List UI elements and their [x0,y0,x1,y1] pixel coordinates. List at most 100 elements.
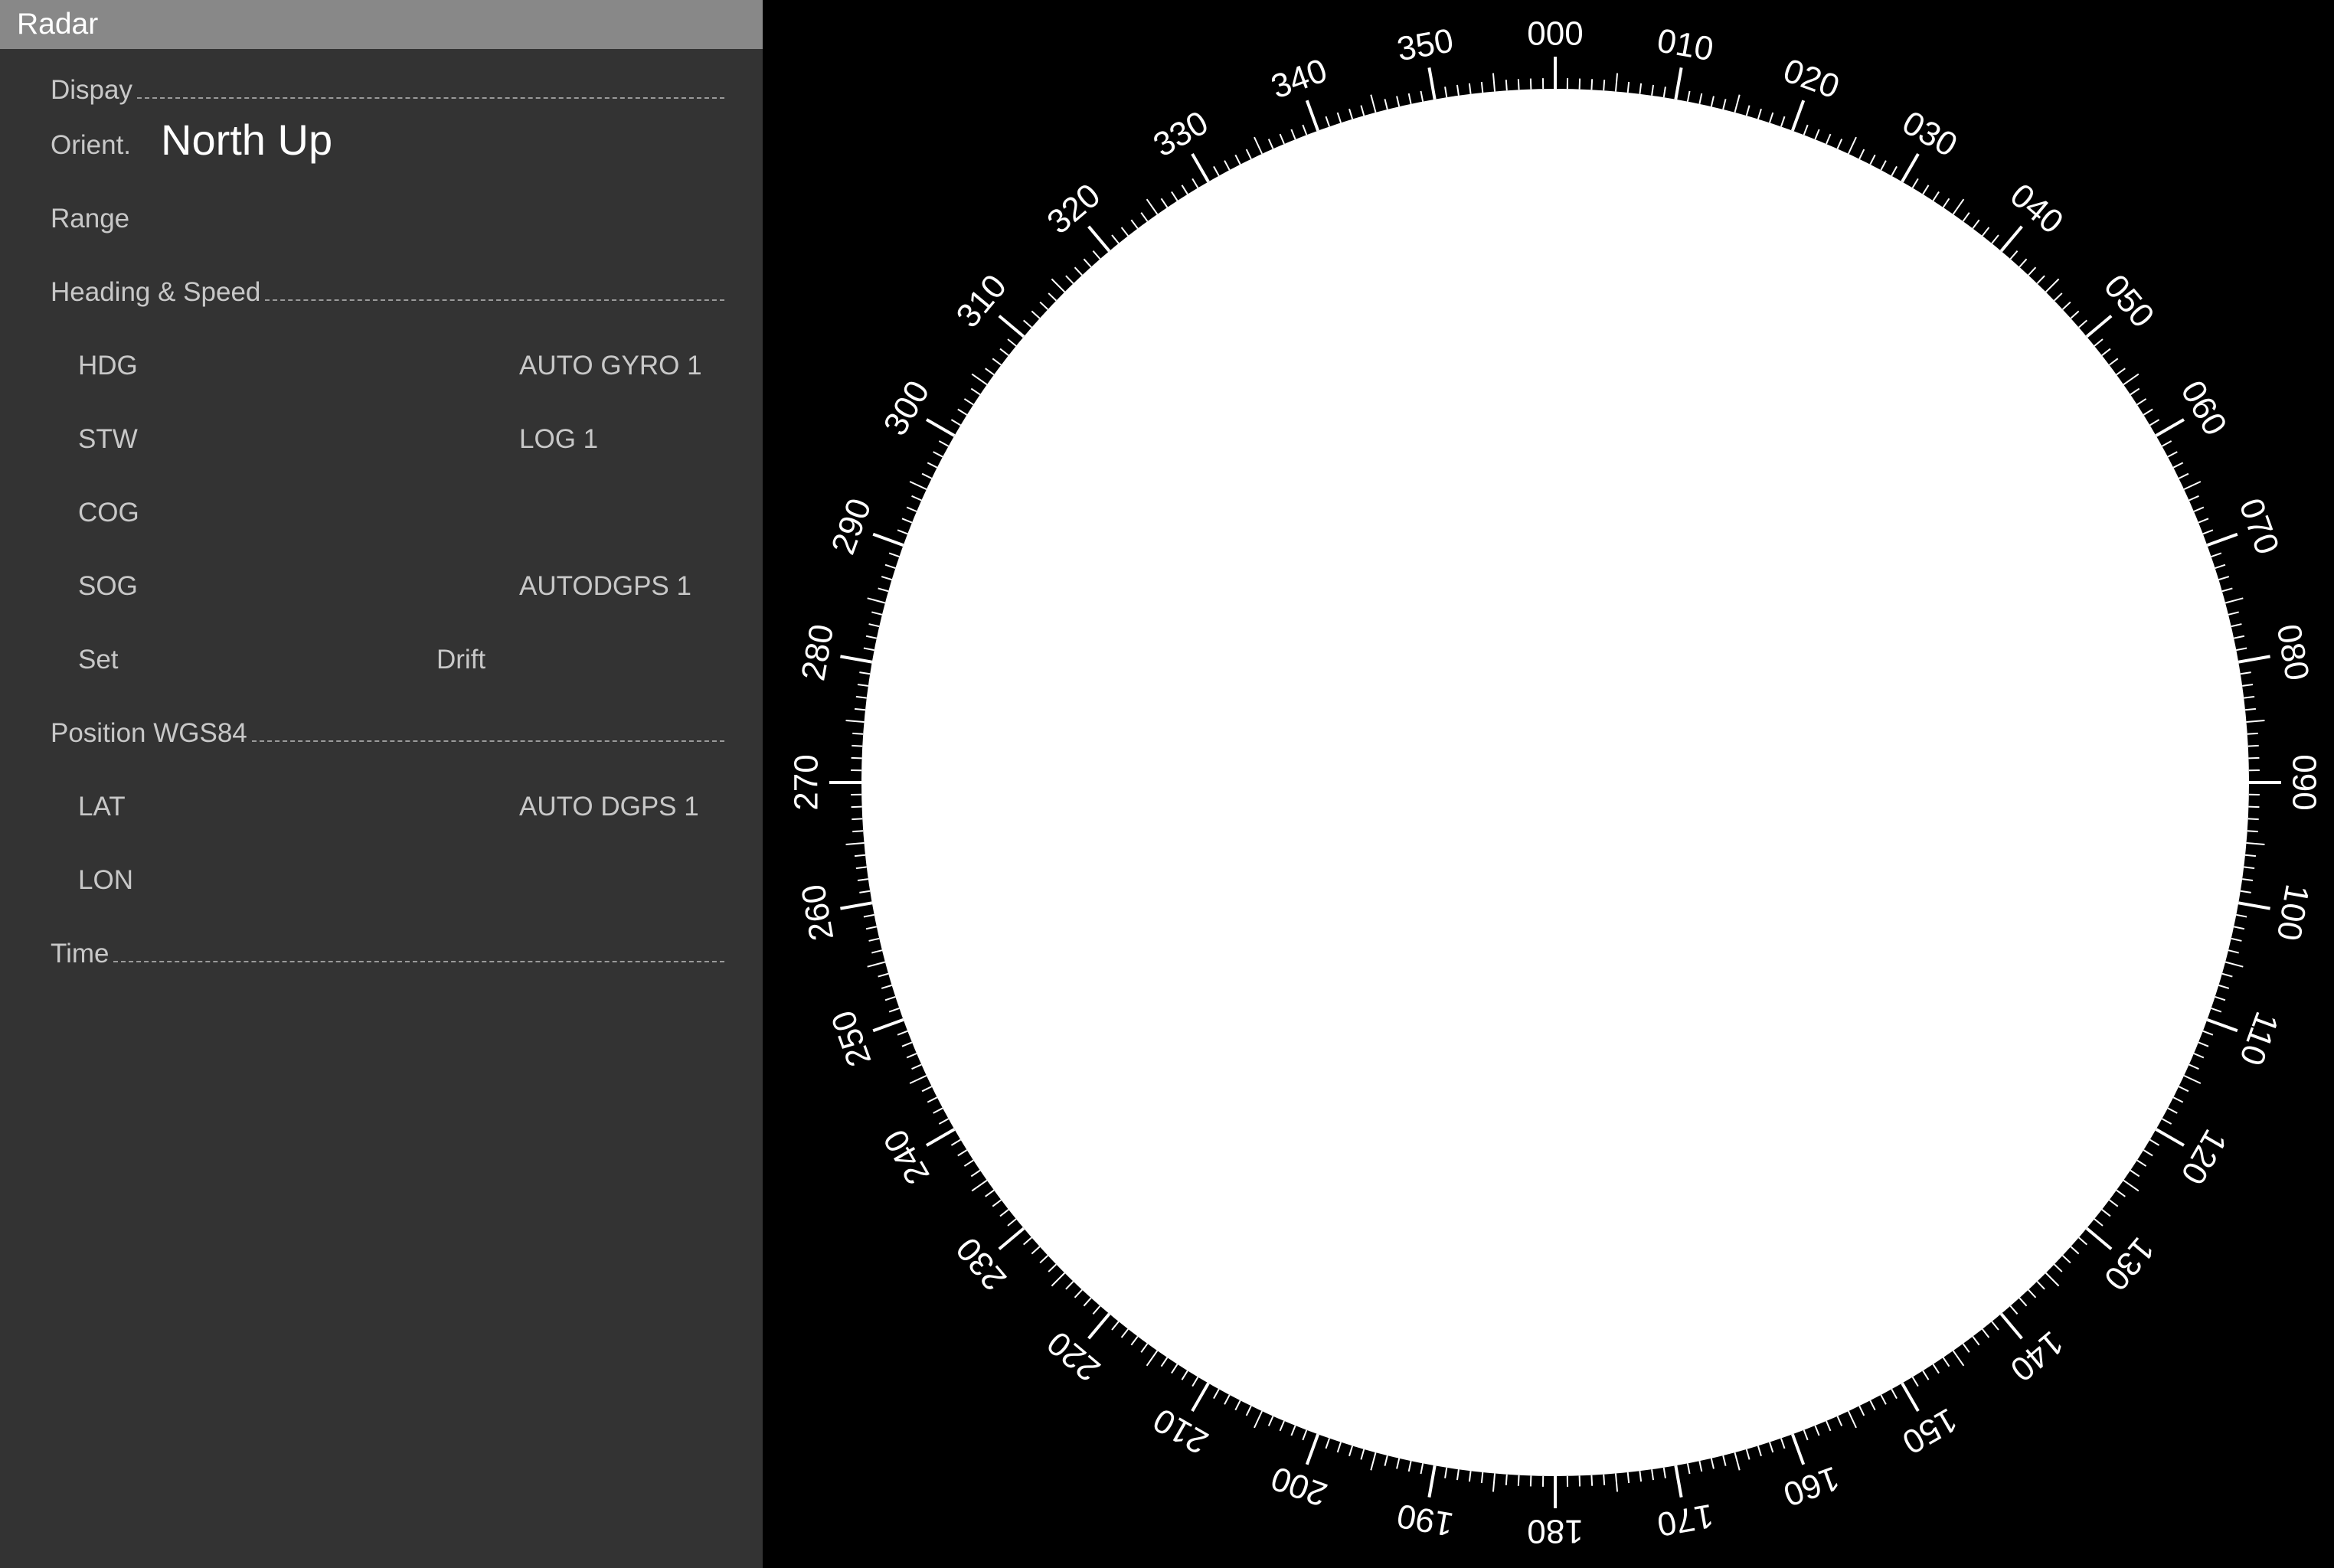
bearing-tick [1710,96,1715,107]
bearing-tick [2215,996,2226,1001]
bearing-tick [2143,1149,2153,1157]
bearing-tick [2242,683,2254,687]
radar-display[interactable]: 000 010 020 030 040 050 060 070 080 090 100 110 120 1… [763,0,2334,1568]
bearing-tick [2246,719,2265,724]
radar-scope[interactable] [861,89,2249,1476]
bearing-tick [2172,462,2184,469]
bearing-tick [878,587,889,593]
bearing-tick [2143,408,2153,416]
bearing-tick [1952,198,1965,215]
bearing-tick [2215,564,2226,569]
bearing-tick [1360,1449,1365,1460]
bearing-tick [1826,133,1832,145]
bearing-tick [1922,1370,1930,1380]
bearing-tick [1087,1312,1111,1340]
bearing-tick [2240,890,2251,893]
bearing-label: 150 [1896,1400,1963,1461]
bearing-tick [933,451,943,458]
bearing-tick [1626,1472,1630,1484]
bearing-label: 220 [1040,1324,1107,1389]
bearing-tick [2036,275,2045,284]
bearing-tick [1427,67,1437,100]
bearing-tick [1083,1297,1092,1307]
bearing-tick [2183,481,2202,491]
bearing-tick [865,926,878,930]
bearing-tick [2045,1272,2060,1287]
bearing-tick [1814,129,1820,140]
bearing-tick [2198,1041,2209,1047]
position-section-header: Position WGS84 [51,718,724,749]
sog-source[interactable]: AUTODGPS 1 [519,571,691,602]
bearing-tick [2036,1281,2045,1290]
bearing-tick [1639,83,1643,94]
bearing-label: 270 [788,754,825,810]
bearing-tick [1160,198,1169,208]
bearing-tick [2054,1263,2063,1272]
bearing-tick [2233,635,2245,639]
bearing-tick [1279,133,1285,145]
display-section-header: Dispay [51,75,724,106]
bearing-tick [1074,1289,1083,1298]
drift-label: Drift [436,645,486,675]
bearing-tick [971,373,988,386]
bearing-tick [1982,227,1990,237]
range-label[interactable]: Range [51,204,129,234]
bearing-tick [1880,160,1887,171]
bearing-tick [881,984,892,989]
bearing-label: 230 [949,1230,1014,1298]
bearing-tick [2116,1189,2126,1197]
bearing-tick [2178,472,2189,479]
bearing-tick [1336,112,1342,123]
bearing-tick [2085,315,2113,338]
bearing-label: 120 [2173,1123,2234,1191]
bearing-tick [1698,93,1703,105]
bearing-tick [2202,1030,2214,1036]
bearing-tick [1181,1370,1188,1380]
bearing-tick [1952,1350,1965,1367]
bearing-tick [868,623,880,628]
lat-source[interactable]: AUTO DGPS 1 [519,792,699,822]
bearing-label: 000 [1527,15,1583,53]
bearing-tick [985,1189,995,1197]
bearing-tick [1456,1469,1460,1481]
bearing-label: 020 [1779,51,1845,106]
bearing-label: 240 [876,1123,937,1191]
bearing-tick [963,398,974,406]
bearing-tick [1120,1328,1129,1338]
bearing-tick [2211,1008,2222,1013]
bearing-tick [845,841,865,846]
bearing-label: 200 [1267,1459,1332,1513]
bearing-tick [1171,191,1178,201]
bearing-tick [2149,419,2160,426]
bearing-tick [1407,1460,1412,1472]
bearing-tick [2221,587,2233,593]
bearing-tick [1858,1405,1865,1416]
bearing-tick [1734,94,1741,113]
orient-value[interactable]: North Up [161,116,332,164]
bearing-tick [1325,1438,1330,1449]
bearing-label: 140 [2003,1324,2071,1389]
bearing-tick [872,532,904,547]
hdg-source[interactable]: AUTO GYRO 1 [519,351,702,381]
bearing-tick [1146,198,1159,215]
bearing-tick [1191,153,1210,183]
stw-source[interactable]: LOG 1 [519,424,598,455]
bearing-tick [971,1179,988,1192]
lon-label: LON [78,865,133,895]
bearing-tick [857,878,868,882]
bearing-tick [1780,116,1786,127]
bearing-tick [1686,1463,1691,1475]
bearing-tick [854,707,866,711]
bearing-tick [1932,1364,1940,1374]
bearing-tick [1757,108,1762,119]
sog-label: SOG [78,571,138,601]
bearing-tick [1051,278,1066,293]
bearing-tick [1267,139,1274,149]
bearing-label: 070 [2231,494,2286,560]
bearing-tick [1745,1449,1750,1460]
bearing-tick [2238,655,2270,664]
bearing-tick [888,1008,900,1013]
time-section-header: Time [51,939,724,969]
bearing-label: 300 [876,374,937,442]
bearing-tick [845,719,865,724]
